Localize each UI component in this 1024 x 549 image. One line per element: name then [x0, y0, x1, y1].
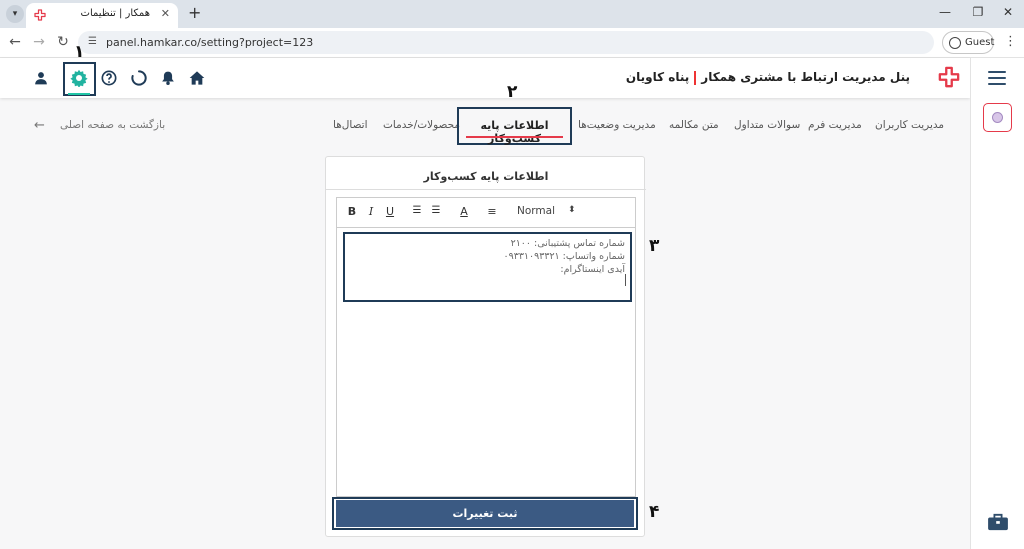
url-input[interactable]: ☰ panel.hamkar.co/setting?project=123	[78, 31, 934, 54]
restore-icon[interactable]: ❐	[968, 5, 988, 19]
project-avatar-button[interactable]	[983, 103, 1012, 132]
guest-label: Guest	[965, 37, 995, 48]
forward-icon[interactable]: →	[31, 34, 47, 50]
business-info-card: اطلاعات پایه کسب‌وکار B I U ☰ ☰ A ≡ Norm…	[325, 156, 646, 537]
tab-status-management[interactable]: مدیریت وضعیت‌ها	[578, 119, 656, 131]
user-icon[interactable]	[30, 67, 52, 89]
back-to-home-link[interactable]: بازگشت به صفحه اصلی	[60, 119, 165, 131]
project-avatar-icon	[992, 112, 1003, 123]
annotation-number-1: ١	[74, 42, 85, 62]
browser-menu-icon[interactable]: ⋮	[1004, 34, 1017, 49]
save-changes-button[interactable]: ثبت تغییرات	[336, 500, 634, 527]
profile-icon	[949, 37, 961, 49]
tab-products-services[interactable]: محصولات/خدمات	[383, 119, 460, 131]
hamburger-menu-icon[interactable]	[988, 71, 1006, 89]
window-close-icon[interactable]: ✕	[998, 5, 1018, 19]
tab-conversation-text[interactable]: متن مکالمه	[669, 119, 719, 131]
home-icon[interactable]	[186, 67, 208, 89]
underline-icon[interactable]: U	[383, 205, 397, 218]
bullet-list-icon[interactable]: ☰	[429, 205, 443, 216]
reload-icon[interactable]: ↻	[55, 34, 71, 50]
new-tab-icon[interactable]: +	[188, 3, 201, 22]
browser-tab[interactable]: همکار | تنظیمات ✕	[26, 3, 178, 28]
align-icon[interactable]: ≡	[485, 205, 499, 218]
tab-user-management[interactable]: مدیریت کاربران	[875, 119, 944, 131]
site-info-icon[interactable]: ☰	[88, 36, 100, 48]
close-tab-icon[interactable]: ✕	[161, 7, 170, 20]
app-title: پنل مدیریت ارتباط با مشتری همکار پناه کاو…	[626, 70, 910, 85]
browser-tab-bar: ▾ همکار | تنظیمات ✕ + — ❐ ✕	[0, 0, 1024, 28]
guest-profile-button[interactable]: Guest	[942, 31, 994, 54]
active-icon-underline	[68, 93, 90, 95]
card-title: اطلاعات پایه کسب‌وکار	[423, 170, 549, 183]
url-text: panel.hamkar.co/setting?project=123	[106, 36, 314, 49]
hamkar-logo-icon	[938, 66, 960, 88]
format-select[interactable]: Normal	[517, 205, 555, 217]
text-caret	[625, 274, 626, 286]
card-divider	[326, 189, 646, 190]
gear-icon[interactable]	[68, 67, 90, 89]
bell-icon[interactable]	[157, 67, 179, 89]
tab-business-info[interactable]: اطلاعات پایه کسب‌وکار	[457, 119, 572, 145]
content-line-whatsapp: شماره واتساپ: ۰۹۳۳۱۰۹۳۳۲۱	[503, 251, 625, 262]
tab-form-management[interactable]: مدیریت فرم	[808, 119, 862, 131]
active-tab-underline	[466, 136, 563, 138]
content-line-support-phone: شماره تماس پشتیبانی: ۲۱۰۰	[510, 238, 625, 249]
app-title-brand: پناه کاویان	[625, 70, 690, 84]
right-sidebar	[970, 58, 1024, 549]
rich-text-editor: B I U ☰ ☰ A ≡ Normal ⬍ شماره تماس پشتیبا…	[336, 197, 636, 497]
editor-toolbar: B I U ☰ ☰ A ≡ Normal ⬍	[337, 198, 635, 228]
tab-faq[interactable]: سوالات متداول	[734, 119, 800, 131]
tab-search-dropdown-icon[interactable]: ▾	[6, 5, 24, 23]
arrow-left-icon[interactable]: ←	[34, 118, 45, 133]
back-icon[interactable]: ←	[7, 34, 23, 50]
help-icon[interactable]	[98, 67, 120, 89]
bold-icon[interactable]: B	[345, 205, 359, 218]
ordered-list-icon[interactable]: ☰	[410, 205, 424, 216]
app-header: ١ پنل مدیریت ارتباط با مشتری همکار پناه ک…	[0, 42, 970, 98]
text-color-icon[interactable]: A	[457, 205, 471, 218]
address-bar: ← → ↻ ☰ panel.hamkar.co/setting?project=…	[0, 28, 1024, 58]
annotation-number-2: ٢	[507, 82, 518, 102]
editor-content[interactable]: شماره تماس پشتیبانی: ۲۱۰۰ شماره واتساپ: …	[343, 232, 632, 302]
select-arrows-icon[interactable]: ⬍	[568, 205, 576, 215]
tab-connections[interactable]: اتصال‌ها	[333, 119, 368, 131]
annotation-number-4: ۴	[649, 502, 660, 522]
app-title-main: پنل مدیریت ارتباط با مشتری همکار	[701, 70, 910, 84]
briefcase-icon[interactable]	[987, 513, 1009, 531]
hamkar-favicon-icon	[34, 9, 46, 21]
italic-icon[interactable]: I	[364, 205, 378, 218]
loading-spinner-icon	[128, 67, 150, 89]
annotation-number-3: ٣	[649, 236, 660, 256]
title-separator	[694, 70, 697, 85]
content-line-instagram: آیدی اینستاگرام:	[560, 264, 625, 275]
minimize-icon[interactable]: —	[935, 5, 955, 19]
browser-tab-title: همکار | تنظیمات	[80, 8, 150, 19]
